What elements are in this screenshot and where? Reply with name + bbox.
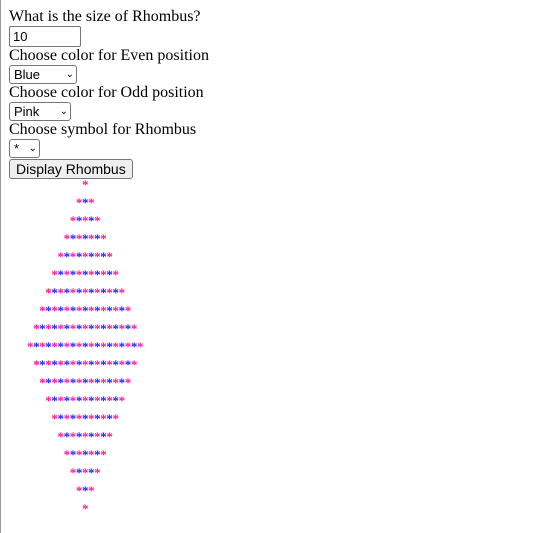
rhombus-symbol: * — [124, 375, 132, 390]
chevron-down-icon: ⌄ — [28, 143, 37, 154]
rhombus-row: ***** — [0, 212, 170, 230]
rhombus-row: *** — [0, 194, 170, 212]
rhombus-symbol: * — [136, 339, 144, 354]
rhombus-symbol: * — [94, 213, 101, 228]
rhombus-row: ******* — [0, 230, 170, 248]
even-color-label: Choose color for Even position — [9, 47, 209, 64]
rhombus-form: What is the size of Rhombus? Choose colo… — [9, 7, 209, 179]
rhombus-row: * — [0, 176, 170, 194]
odd-color-select[interactable]: Pink ⌄ — [9, 102, 71, 121]
odd-color-label: Choose color for Odd position — [9, 84, 204, 101]
rhombus-symbol: * — [100, 447, 107, 462]
rhombus-symbol: * — [81, 501, 89, 516]
symbol-label: Choose symbol for Rhombus — [9, 121, 197, 138]
rhombus-row: ******* — [0, 446, 170, 464]
rhombus-symbol: * — [88, 483, 95, 498]
rhombus-symbol: * — [130, 321, 138, 336]
rhombus-row: ********* — [0, 248, 170, 266]
rhombus-row: *************** — [0, 302, 170, 320]
chevron-down-icon: ⌄ — [59, 106, 68, 117]
even-color-select[interactable]: Blue ⌄ — [9, 65, 77, 84]
size-label: What is the size of Rhombus? — [9, 8, 201, 25]
chevron-down-icon: ⌄ — [65, 69, 74, 80]
rhombus-symbol: * — [130, 357, 138, 372]
rhombus-symbol: * — [118, 393, 126, 408]
rhombus-row: ************* — [0, 284, 170, 302]
rhombus-row: *********** — [0, 266, 170, 284]
symbol-value: * — [14, 141, 20, 156]
rhombus-row: ***** — [0, 464, 170, 482]
rhombus-symbol: * — [124, 303, 132, 318]
rhombus-row: *********** — [0, 410, 170, 428]
rhombus-row: ******************* — [0, 338, 170, 356]
rhombus-symbol: * — [94, 465, 101, 480]
rhombus-symbol: * — [118, 285, 126, 300]
rhombus-symbol: * — [100, 231, 107, 246]
rhombus-symbol: * — [106, 429, 113, 444]
size-input[interactable] — [9, 26, 81, 47]
odd-color-value: Pink — [14, 104, 40, 119]
rhombus-symbol: * — [112, 267, 119, 282]
symbol-select[interactable]: * ⌄ — [9, 139, 40, 158]
rhombus-symbol: * — [106, 249, 113, 264]
rhombus-row: ********* — [0, 428, 170, 446]
rhombus-row: * — [0, 500, 170, 518]
rhombus-row: ***************** — [0, 320, 170, 338]
rhombus-symbol: * — [112, 411, 119, 426]
rhombus-row: ***************** — [0, 356, 170, 374]
even-color-value: Blue — [14, 67, 41, 82]
rhombus-symbol: * — [81, 177, 89, 192]
rhombus-row: *** — [0, 482, 170, 500]
rhombus-symbol: * — [88, 195, 95, 210]
rhombus-row: ************* — [0, 392, 170, 410]
rhombus-row: *************** — [0, 374, 170, 392]
